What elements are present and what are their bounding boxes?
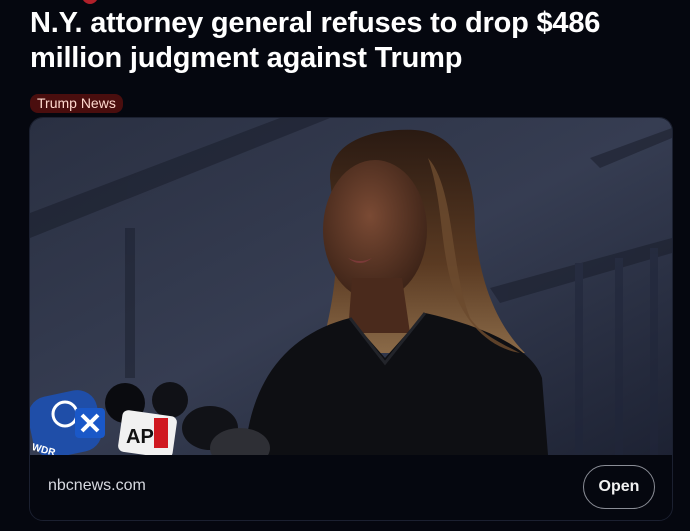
card-footer: nbcnews.com Open [30,455,672,520]
open-button[interactable]: Open [583,465,655,509]
topic-tag[interactable]: Trump News [30,94,123,113]
news-feed-item: N.Y. attorney general refuses to drop $4… [0,0,690,531]
link-preview-card[interactable]: AP WDR nbcnews.com Open [29,117,673,521]
svg-text:AP: AP [126,426,154,448]
article-headline[interactable]: N.Y. attorney general refuses to drop $4… [30,6,680,76]
notification-dot [82,0,98,4]
source-domain[interactable]: nbcnews.com [48,477,146,495]
article-photo[interactable]: AP WDR [30,118,672,455]
